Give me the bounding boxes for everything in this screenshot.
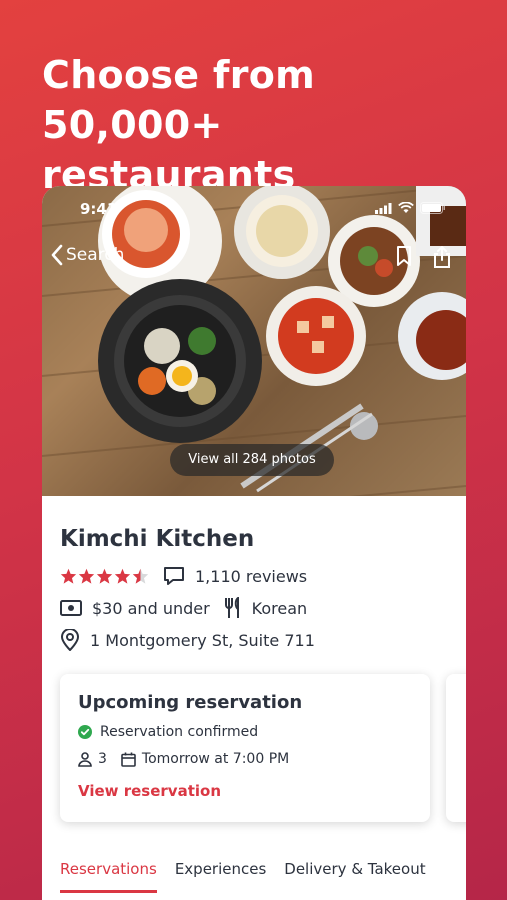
star-rating	[60, 568, 149, 584]
restaurant-name: Kimchi Kitchen	[60, 526, 255, 552]
address-row: 1 Montgomery St, Suite 711	[60, 624, 450, 656]
tab-delivery-takeout[interactable]: Delivery & Takeout	[266, 850, 425, 900]
address[interactable]: 1 Montgomery St, Suite 711	[90, 631, 315, 650]
star-icon	[114, 568, 131, 584]
check-circle-icon	[78, 725, 92, 739]
headline-line-1: Choose from	[42, 53, 316, 97]
section-tabs: Reservations Experiences Delivery & Take…	[42, 850, 466, 900]
star-icon	[96, 568, 113, 584]
bookmark-icon	[397, 246, 411, 266]
restaurant-info: Kimchi Kitchen 1,110 reviews $30 and und…	[60, 526, 450, 656]
person-icon	[78, 751, 92, 767]
view-all-photos-button[interactable]: View all 284 photos	[170, 444, 334, 476]
bookmark-button[interactable]	[396, 246, 412, 270]
share-button[interactable]	[432, 245, 452, 272]
party-size-value: 3	[98, 751, 107, 767]
price-cuisine-row: $30 and under Korean	[60, 592, 450, 624]
upcoming-reservation-card[interactable]: Upcoming reservation Reservation confirm…	[60, 674, 430, 822]
fork-knife-icon	[224, 597, 242, 619]
tab-reservations[interactable]: Reservations	[42, 850, 157, 900]
battery-icon	[420, 202, 445, 214]
status-bar: 9:41	[42, 200, 466, 220]
star-icon	[78, 568, 95, 584]
wifi-icon	[398, 202, 414, 213]
reservation-details: 3 Tomorrow at 7:00 PM	[78, 751, 303, 767]
status-icons	[375, 202, 446, 214]
location-pin-icon	[60, 629, 80, 651]
share-icon	[434, 245, 450, 268]
marketing-headline: Choose from 50,000+ restaurants	[42, 50, 482, 200]
view-reservation-link[interactable]: View reservation	[78, 782, 221, 800]
price-range: $30 and under	[92, 598, 210, 618]
star-icon	[60, 568, 77, 584]
reviews-count[interactable]: 1,110 reviews	[195, 567, 307, 586]
next-card-peek[interactable]	[446, 674, 466, 822]
tab-experiences[interactable]: Experiences	[157, 850, 266, 900]
reservation-status-text: Reservation confirmed	[100, 724, 259, 740]
reservation-time-value: Tomorrow at 7:00 PM	[141, 751, 290, 767]
back-label: Search	[66, 245, 125, 265]
reservation-time: Tomorrow at 7:00 PM	[121, 751, 289, 767]
reservation-title: Upcoming reservation	[78, 692, 303, 713]
nav-bar: Search	[42, 244, 466, 274]
chevron-left-icon	[51, 244, 63, 266]
status-time: 9:41	[80, 200, 118, 218]
party-size: 3	[78, 751, 107, 767]
cuisine: Korean	[251, 598, 308, 618]
rating-row: 1,110 reviews	[60, 560, 450, 592]
signal-icon	[375, 202, 392, 214]
money-icon	[60, 600, 82, 616]
back-button[interactable]: Search	[50, 244, 124, 266]
half-star-icon	[132, 568, 149, 584]
calendar-icon	[121, 752, 136, 767]
reservation-status: Reservation confirmed	[78, 724, 258, 740]
phone-screen: 9:41 Search View all 284 photos Kimchi K…	[42, 186, 466, 900]
comment-icon	[163, 566, 185, 586]
hero-photo[interactable]: 9:41 Search View all 284 photos	[42, 186, 466, 496]
headline-line-2: 50,000+ restaurants	[42, 103, 296, 197]
